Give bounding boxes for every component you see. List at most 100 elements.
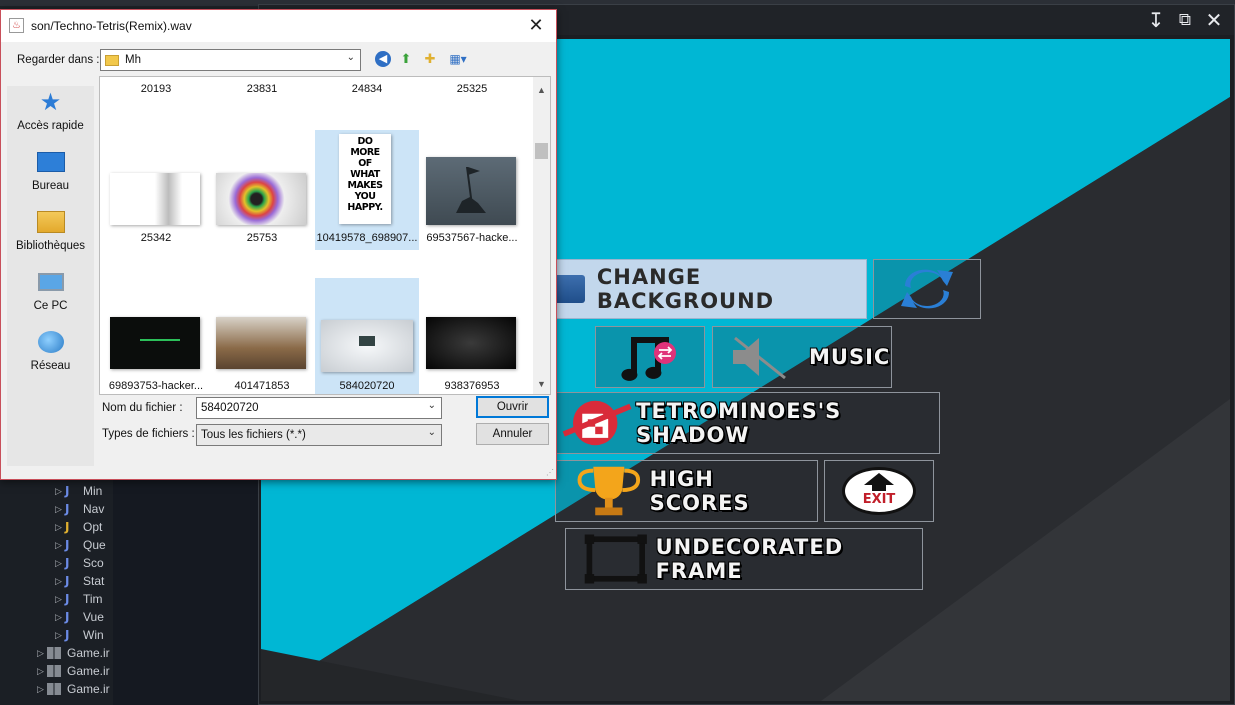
tetrominoes-shadow-button[interactable]: TETROMINOES'S SHADOW xyxy=(555,392,940,454)
folder-icon xyxy=(105,54,119,66)
filetype-value: Tous les fichiers (*.*) xyxy=(201,429,306,441)
music-note-swap-icon xyxy=(621,337,676,381)
expand-arrow-icon[interactable]: ▷ xyxy=(55,630,65,641)
expand-arrow-icon[interactable]: ▷ xyxy=(55,558,65,569)
expand-arrow-icon[interactable]: ▷ xyxy=(55,504,65,515)
up-folder-icon[interactable]: ⬆ xyxy=(397,50,415,68)
place-this-pc[interactable]: Ce PC xyxy=(7,268,94,312)
expand-arrow-icon[interactable]: ▷ xyxy=(55,594,65,605)
scrollbar-thumb[interactable] xyxy=(535,143,548,159)
place-quick-access[interactable]: ★ Accès rapide xyxy=(7,88,94,133)
java-file-icon: J xyxy=(65,592,70,606)
place-label: Bureau xyxy=(31,180,70,192)
high-scores-button[interactable]: HIGH SCORES xyxy=(555,460,818,522)
file-item-label: 10419578_698907... xyxy=(316,232,418,244)
look-in-select[interactable]: Mh ⌄ xyxy=(100,49,361,71)
desktop-icon xyxy=(36,148,66,176)
filename-input[interactable]: 584020720 ⌄ xyxy=(196,397,442,419)
tree-package[interactable]: ▷ Game.ir xyxy=(37,662,110,680)
java-file-icon: J xyxy=(65,628,70,642)
quote-word: YOU xyxy=(354,191,376,202)
chevron-down-icon[interactable]: ⌄ xyxy=(428,427,436,438)
tree-item[interactable]: ▷ J Stat xyxy=(55,572,104,590)
file-item[interactable]: 69537567-hacke... xyxy=(420,232,524,244)
chevron-down-icon[interactable]: ⌄ xyxy=(428,400,436,411)
tree-item-label: Win xyxy=(83,628,104,642)
expand-arrow-icon[interactable]: ▷ xyxy=(55,612,65,623)
file-item[interactable]: 25342 xyxy=(104,232,208,244)
place-label: Ce PC xyxy=(33,300,68,312)
back-icon[interactable]: ◀ xyxy=(375,51,391,67)
tree-package[interactable]: ▷ Game.ir xyxy=(37,644,110,662)
java-file-icon: J xyxy=(65,502,70,516)
close-icon[interactable]: ✕ xyxy=(1202,8,1226,32)
thumbnail-image xyxy=(216,317,306,369)
java-app-icon: ♨ xyxy=(9,18,24,33)
file-item[interactable]: 23831 xyxy=(210,83,314,95)
cancel-button[interactable]: Annuler xyxy=(476,423,549,445)
expand-arrow-icon[interactable]: ▷ xyxy=(55,540,65,551)
file-item[interactable]: 69893753-hacker... xyxy=(104,380,208,392)
file-item[interactable]: 25325 xyxy=(420,83,524,95)
thumbnail-image xyxy=(110,173,200,225)
tree-item[interactable]: ▷ J Que xyxy=(55,536,106,554)
open-button[interactable]: Ouvrir xyxy=(476,396,549,418)
close-icon[interactable]: ✕ xyxy=(524,14,548,38)
place-label: Bibliothèques xyxy=(15,240,86,252)
look-in-value: Mh xyxy=(125,54,141,66)
change-background-button[interactable]: CHANGE BACKGROUND xyxy=(543,259,867,319)
tree-package[interactable]: ▷ Game.ir xyxy=(37,680,110,698)
resize-grip-icon[interactable]: ⋰ xyxy=(546,468,554,477)
quote-word: MORE xyxy=(350,147,380,158)
expand-arrow-icon[interactable]: ▷ xyxy=(55,522,65,533)
tree-item[interactable]: ▷ J Vue xyxy=(55,608,104,626)
thumbnail-image: DO MORE OF WHAT MAKES YOU HAPPY. xyxy=(339,134,391,224)
chevron-down-icon[interactable]: ⌄ xyxy=(347,52,355,63)
file-item[interactable]: 938376953 xyxy=(420,380,524,392)
music-toggle-button[interactable]: MUSIC xyxy=(712,326,892,388)
places-bar: ★ Accès rapide Bureau Bibliothèques Ce PC… xyxy=(7,86,94,466)
place-libraries[interactable]: Bibliothèques xyxy=(7,208,94,252)
filetype-select[interactable]: Tous les fichiers (*.*) ⌄ xyxy=(196,424,442,446)
place-network[interactable]: Réseau xyxy=(7,328,94,372)
exit-button[interactable]: EXIT xyxy=(824,460,934,522)
expand-arrow-icon[interactable]: ▷ xyxy=(55,486,65,497)
scroll-down-icon[interactable]: ▼ xyxy=(537,379,546,389)
computer-icon xyxy=(36,268,66,296)
refresh-background-button[interactable] xyxy=(873,259,981,319)
file-item[interactable]: 584020720 xyxy=(315,278,419,394)
expand-arrow-icon[interactable]: ▷ xyxy=(37,684,47,695)
file-list[interactable]: 20193 23831 24834 25325 25342 25753 DO M… xyxy=(99,76,551,395)
expand-arrow-icon[interactable]: ▷ xyxy=(37,648,47,659)
file-item[interactable]: DO MORE OF WHAT MAKES YOU HAPPY. 1041957… xyxy=(315,130,419,250)
new-folder-icon[interactable]: ✚ xyxy=(421,50,439,68)
tree-item[interactable]: ▷ J Opt xyxy=(55,518,102,536)
filetype-label: Types de fichiers : xyxy=(102,428,195,440)
tree-item[interactable]: ▷ J Sco xyxy=(55,554,104,572)
maximize-icon[interactable]: ⧉ xyxy=(1173,8,1197,32)
view-menu-icon[interactable]: ▦▾ xyxy=(445,50,471,68)
java-file-warning-icon: J xyxy=(65,520,70,534)
tree-item[interactable]: ▷ J Nav xyxy=(55,500,104,518)
look-in-label: Regarder dans : xyxy=(17,54,100,66)
tree-item[interactable]: ▷ J Win xyxy=(55,626,104,644)
package-icon xyxy=(47,665,61,677)
scroll-up-icon[interactable]: ▲ xyxy=(537,85,546,95)
file-item[interactable]: 401471853 xyxy=(210,380,314,392)
minimize-icon[interactable]: ↧ xyxy=(1144,8,1168,32)
frame-icon xyxy=(584,534,647,584)
file-item[interactable]: 25753 xyxy=(210,232,314,244)
tree-item[interactable]: ▷ J Min xyxy=(55,482,102,500)
file-list-scrollbar[interactable]: ▲ ▼ xyxy=(533,77,550,394)
tree-item-label: Opt xyxy=(83,520,103,534)
tree-item[interactable]: ▷ J Tim xyxy=(55,590,103,608)
file-item[interactable]: 24834 xyxy=(315,83,419,95)
undecorated-frame-button[interactable]: UNDECORATED FRAME xyxy=(565,528,923,590)
tree-item-label: Tim xyxy=(83,592,103,606)
file-item[interactable]: 20193 xyxy=(104,83,208,95)
expand-arrow-icon[interactable]: ▷ xyxy=(37,666,47,677)
expand-arrow-icon[interactable]: ▷ xyxy=(55,576,65,587)
place-desktop[interactable]: Bureau xyxy=(7,148,94,192)
quote-word: HAPPY. xyxy=(347,202,383,213)
change-music-button[interactable] xyxy=(595,326,705,388)
